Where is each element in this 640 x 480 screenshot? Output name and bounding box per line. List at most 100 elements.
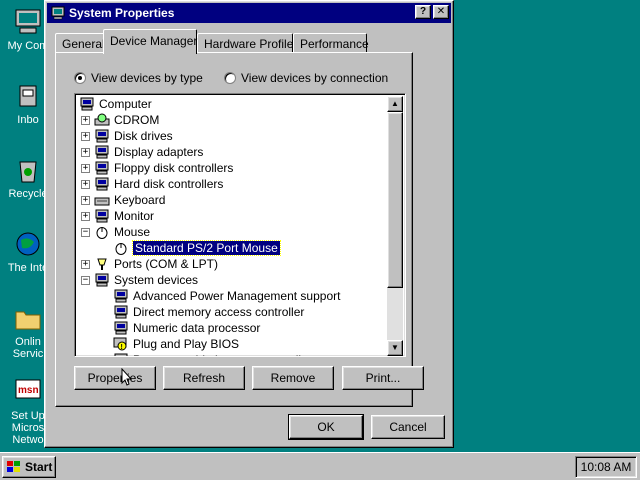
floppy-controller-icon (94, 161, 110, 175)
view-by-connection-label: View devices by connection (241, 71, 389, 85)
my-computer-icon (15, 9, 41, 34)
system-device-icon (113, 305, 129, 319)
tree-item[interactable]: Standard PS/2 Port Mouse (113, 240, 281, 256)
close-button[interactable]: ✕ (433, 5, 449, 19)
system-properties-icon (51, 6, 65, 20)
scroll-thumb[interactable] (387, 112, 403, 288)
tab-device-manager[interactable]: Device Manager (103, 29, 197, 54)
expand-icon[interactable]: + (81, 163, 90, 173)
tree-item-label: Ports (COM & LPT) (114, 257, 219, 271)
tree-item[interactable]: + Ports (COM & LPT) (81, 256, 218, 272)
tree-item[interactable]: + Monitor (81, 208, 154, 224)
system-clock[interactable]: 10:08 AM (575, 456, 637, 478)
tab-performance[interactable]: Performance (293, 33, 369, 53)
expand-icon[interactable]: + (81, 115, 90, 125)
internet-icon (16, 232, 40, 256)
tree-item[interactable]: ! Plug and Play BIOS (113, 336, 239, 352)
collapse-icon[interactable]: − (81, 275, 90, 285)
tree-item-label: Disk drives (114, 129, 173, 143)
tree-item[interactable]: + Display adapters (81, 144, 203, 160)
remove-button[interactable]: Remove (252, 366, 334, 390)
tree-item-label: Direct memory access controller (133, 305, 305, 319)
ports-icon (94, 257, 110, 271)
refresh-button[interactable]: Refresh (163, 366, 245, 390)
online-services-folder-icon (15, 311, 41, 330)
monitor-icon (94, 209, 110, 223)
system-properties-dialog: System Properties ? ✕ General Device Man… (44, 0, 454, 448)
help-button[interactable]: ? (415, 5, 431, 19)
print-button[interactable]: Print... (342, 366, 424, 390)
tree-item-label: Display adapters (114, 145, 204, 159)
start-button[interactable]: Start (2, 456, 56, 478)
disk-drive-icon (94, 129, 110, 143)
tree-item[interactable]: + Keyboard (81, 192, 165, 208)
view-by-type-option[interactable]: View devices by type (74, 71, 203, 85)
msn-badge: msn (18, 385, 39, 396)
expand-icon[interactable]: + (81, 131, 90, 141)
tree-item[interactable]: − Mouse (81, 224, 150, 240)
recycle-bin-icon (19, 161, 37, 183)
windows-logo-icon (7, 461, 20, 472)
mouse-pointer-icon (121, 368, 133, 386)
tree-item-label: Programmable interrupt controller (133, 353, 312, 356)
system-devices-icon (94, 273, 110, 287)
tree-item-label: Floppy disk controllers (114, 161, 234, 175)
tree-item[interactable]: Advanced Power Management support (113, 288, 340, 304)
tree-item[interactable]: + Disk drives (81, 128, 173, 144)
tree-item-label: System devices (114, 273, 199, 287)
tree-item[interactable]: Direct memory access controller (113, 304, 304, 320)
tree-item[interactable]: + Floppy disk controllers (81, 160, 233, 176)
tree-item[interactable]: − System devices (81, 272, 198, 288)
tree-item-label: Standard PS/2 Port Mouse (132, 240, 281, 256)
device-tree[interactable]: Computer + CDROM + Disk drives + Display adapt… (74, 93, 406, 357)
taskbar: Start 10:08 AM (0, 452, 640, 480)
scroll-up-button[interactable]: ▲ (387, 96, 403, 112)
tab-general[interactable]: General (55, 33, 105, 53)
tree-scrollbar[interactable]: ▲ ▼ (387, 96, 403, 356)
view-by-type-label: View devices by type (91, 71, 203, 85)
view-by-connection-radio[interactable] (224, 72, 236, 84)
keyboard-icon (94, 193, 110, 207)
cancel-button[interactable]: Cancel (371, 415, 445, 439)
collapse-icon[interactable]: − (81, 227, 90, 237)
tree-item-label: Plug and Play BIOS (133, 337, 240, 351)
tree-item-label: Hard disk controllers (114, 177, 224, 191)
tree-item[interactable]: Programmable interrupt controller (113, 352, 312, 356)
tree-item-label: Numeric data processor (133, 321, 261, 335)
tree-item-label: Advanced Power Management support (133, 289, 341, 303)
svg-text:!: ! (121, 344, 123, 351)
mouse-icon (113, 241, 129, 255)
properties-button[interactable]: Properties (74, 366, 156, 390)
mouse-icon (94, 225, 110, 239)
device-manager-panel: View devices by type View devices by con… (55, 52, 424, 407)
tree-item-label: Monitor (114, 209, 155, 223)
inbox-icon (19, 85, 37, 107)
tree-item-label: Mouse (114, 225, 151, 239)
view-by-type-radio[interactable] (74, 72, 86, 84)
msn-icon: msn (15, 379, 41, 399)
system-device-icon (113, 321, 129, 335)
expand-icon[interactable]: + (81, 179, 90, 189)
cdrom-icon (94, 113, 110, 127)
tree-item[interactable]: Computer (79, 96, 152, 112)
title-bar[interactable]: System Properties (47, 3, 451, 23)
ok-button[interactable]: OK (288, 414, 364, 440)
tree-item[interactable]: + Hard disk controllers (81, 176, 223, 192)
system-device-icon (113, 353, 129, 356)
tree-item-label: Computer (99, 97, 152, 111)
tree-item-label: CDROM (114, 113, 160, 127)
tree-item-label: Keyboard (114, 193, 166, 207)
tab-hardware-profiles[interactable]: Hardware Profiles (197, 33, 299, 53)
display-adapter-icon (94, 145, 110, 159)
expand-icon[interactable]: + (81, 211, 90, 221)
tree-item[interactable]: + CDROM (81, 112, 159, 128)
expand-icon[interactable]: + (81, 147, 90, 157)
scroll-down-button[interactable]: ▼ (387, 340, 403, 356)
tree-item[interactable]: Numeric data processor (113, 320, 260, 336)
hard-disk-controller-icon (94, 177, 110, 191)
expand-icon[interactable]: + (81, 195, 90, 205)
warning-device-icon: ! (113, 337, 129, 351)
expand-icon[interactable]: + (81, 259, 90, 269)
system-device-icon (113, 289, 129, 303)
view-by-connection-option[interactable]: View devices by connection (224, 71, 388, 85)
